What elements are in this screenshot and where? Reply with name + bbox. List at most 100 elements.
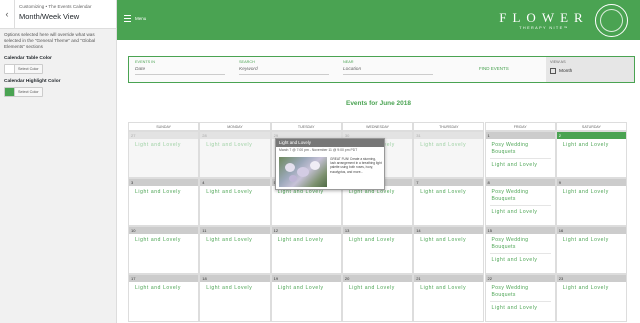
event-link-light-and-lovely[interactable]: Light and Lovely: [414, 139, 483, 148]
event-link-light-and-lovely[interactable]: Light and Lovely: [272, 282, 341, 291]
calendar-day-cell[interactable]: 3 Light and Lovely: [128, 178, 200, 226]
event-link-light-and-lovely[interactable]: Light and Lovely: [200, 234, 269, 243]
calendar-day-cell[interactable]: 13 Light and Lovely: [341, 226, 414, 274]
event-link-light-and-lovely[interactable]: Light and Lovely: [486, 159, 555, 168]
event-link-light-and-lovely[interactable]: Light and Lovely: [557, 139, 626, 148]
event-link-light-and-lovely[interactable]: Light and Lovely: [343, 234, 412, 243]
event-link-light-and-lovely[interactable]: Light and Lovely: [486, 302, 555, 311]
calendar-day-cell[interactable]: 11 Light and Lovely: [199, 226, 271, 274]
day-number: 28: [200, 132, 270, 139]
calendar-day-cell[interactable]: 12 Light and Lovely: [270, 226, 342, 274]
day-number: 14: [414, 227, 484, 234]
day-number: 4: [200, 179, 270, 186]
view-as-label: VIEW AS: [550, 60, 566, 64]
calendar-day-cell[interactable]: 16 Light and Lovely: [555, 226, 628, 274]
tooltip-description: GREAT FUN! Create a stunning, lush arran…: [330, 157, 382, 174]
calendar-day-cell[interactable]: 22 Posy Wedding Bouquets Light and Lovely: [484, 274, 556, 322]
event-link-light-and-lovely[interactable]: Light and Lovely: [200, 186, 269, 195]
event-link-light-and-lovely[interactable]: Light and Lovely: [557, 282, 626, 291]
weekday-header: FRIDAY: [484, 122, 556, 131]
event-link-posy-wedding-bouquets[interactable]: Posy Wedding Bouquets: [486, 282, 555, 298]
calendar-day-cell[interactable]: 18 Light and Lovely: [199, 274, 271, 322]
calendar-day-cell[interactable]: 8 Posy Wedding Bouquets Light and Lovely: [484, 178, 556, 226]
logo-main-text: FLOWER: [499, 10, 589, 25]
tooltip-flower-image: [279, 157, 327, 187]
day-number: 2: [556, 132, 627, 139]
tooltip-date: March 7 @ 7:00 pm - November 11 @ 9:00 p…: [279, 148, 358, 152]
day-number: 11: [200, 227, 270, 234]
table-color-label: Calendar Table Color: [4, 56, 52, 61]
calendar-day-cell[interactable]: 21 Light and Lovely: [413, 274, 485, 322]
date-input[interactable]: Date: [135, 67, 225, 75]
table-color-picker[interactable]: Select Color: [4, 64, 43, 74]
events-in-label: EVENTS IN: [135, 60, 156, 64]
search-filter[interactable]: SEARCH Keyword: [239, 60, 329, 75]
day-number: 1: [485, 132, 555, 139]
day-number: 23: [556, 275, 627, 282]
location-input[interactable]: Location: [343, 67, 433, 75]
calendar-day-cell[interactable]: 9 Light and Lovely: [555, 178, 628, 226]
calendar-day-cell[interactable]: 28 Light and Lovely: [199, 131, 271, 178]
calendar-icon: [550, 68, 556, 74]
day-number: 17: [129, 275, 199, 282]
event-link-light-and-lovely[interactable]: Light and Lovely: [557, 186, 626, 195]
calendar-day-cell[interactable]: 14 Light and Lovely: [413, 226, 485, 274]
day-number: 13: [342, 227, 413, 234]
logo-seal-icon: [595, 4, 628, 37]
calendar-day-cell[interactable]: 23 Light and Lovely: [555, 274, 628, 322]
day-number: 19: [271, 275, 341, 282]
event-link-posy-wedding-bouquets[interactable]: Posy Wedding Bouquets: [486, 139, 555, 155]
calendar-day-cell[interactable]: 15 Posy Wedding Bouquets Light and Lovely: [484, 226, 556, 274]
highlight-color-picker[interactable]: Select Color: [4, 87, 43, 97]
weekday-header: THURSDAY: [413, 122, 485, 131]
keyword-input[interactable]: Keyword: [239, 67, 329, 75]
logo-sub-text: THERAPY NITE™: [519, 26, 569, 30]
tooltip-title: Light and Lovely: [276, 139, 384, 147]
near-filter[interactable]: NEAR Location: [343, 60, 433, 75]
weekday-header: SUNDAY: [128, 122, 200, 131]
event-link-light-and-lovely[interactable]: Light and Lovely: [129, 234, 198, 243]
site-preview: Menu FLOWER THERAPY NITE™ EVENTS IN Date…: [117, 0, 640, 323]
event-link-light-and-lovely[interactable]: Light and Lovely: [272, 234, 341, 243]
calendar-day-cell[interactable]: 1 Posy Wedding Bouquets Light and Lovely: [484, 131, 556, 178]
highlight-color-swatch: [5, 88, 14, 96]
view-as-select[interactable]: VIEW AS Month: [546, 57, 634, 82]
event-link-posy-wedding-bouquets[interactable]: Posy Wedding Bouquets: [486, 186, 555, 202]
calendar-day-cell[interactable]: 2 Light and Lovely: [555, 131, 628, 178]
calendar-day-cell[interactable]: 31 Light and Lovely: [413, 131, 485, 178]
site-logo[interactable]: FLOWER THERAPY NITE™: [499, 10, 589, 30]
calendar-day-cell[interactable]: 7 Light and Lovely: [413, 178, 485, 226]
calendar-day-cell[interactable]: 27 Light and Lovely: [128, 131, 200, 178]
calendar-day-cell[interactable]: 10 Light and Lovely: [128, 226, 200, 274]
back-arrow-icon[interactable]: ‹: [0, 0, 15, 28]
day-number: 21: [414, 275, 484, 282]
events-in-filter[interactable]: EVENTS IN Date: [135, 60, 225, 75]
event-link-light-and-lovely[interactable]: Light and Lovely: [414, 282, 483, 291]
event-link-light-and-lovely[interactable]: Light and Lovely: [343, 282, 412, 291]
event-link-light-and-lovely[interactable]: Light and Lovely: [129, 282, 198, 291]
calendar-day-cell[interactable]: 19 Light and Lovely: [270, 274, 342, 322]
day-number: 20: [342, 275, 413, 282]
hamburger-icon: [124, 15, 131, 22]
day-number: 31: [414, 132, 484, 139]
calendar-day-cell[interactable]: 20 Light and Lovely: [341, 274, 414, 322]
calendar-day-cell[interactable]: 4 Light and Lovely: [199, 178, 271, 226]
event-link-light-and-lovely[interactable]: Light and Lovely: [129, 186, 198, 195]
event-link-light-and-lovely[interactable]: Light and Lovely: [486, 206, 555, 215]
event-link-light-and-lovely[interactable]: Light and Lovely: [129, 139, 198, 148]
day-number: 22: [485, 275, 555, 282]
day-number: 27: [129, 132, 199, 139]
find-events-button[interactable]: FIND EVENTS: [479, 66, 509, 71]
weekday-header: SATURDAY: [555, 122, 628, 131]
menu-button[interactable]: Menu: [124, 15, 146, 22]
event-link-light-and-lovely[interactable]: Light and Lovely: [414, 234, 483, 243]
event-link-light-and-lovely[interactable]: Light and Lovely: [486, 254, 555, 263]
calendar-day-cell[interactable]: 17 Light and Lovely: [128, 274, 200, 322]
highlight-color-label: Calendar Highlight Color: [4, 79, 61, 84]
table-color-swatch: [5, 65, 14, 73]
event-link-posy-wedding-bouquets[interactable]: Posy Wedding Bouquets: [486, 234, 555, 250]
event-link-light-and-lovely[interactable]: Light and Lovely: [200, 139, 269, 148]
event-link-light-and-lovely[interactable]: Light and Lovely: [414, 186, 483, 195]
event-link-light-and-lovely[interactable]: Light and Lovely: [557, 234, 626, 243]
event-link-light-and-lovely[interactable]: Light and Lovely: [200, 282, 269, 291]
